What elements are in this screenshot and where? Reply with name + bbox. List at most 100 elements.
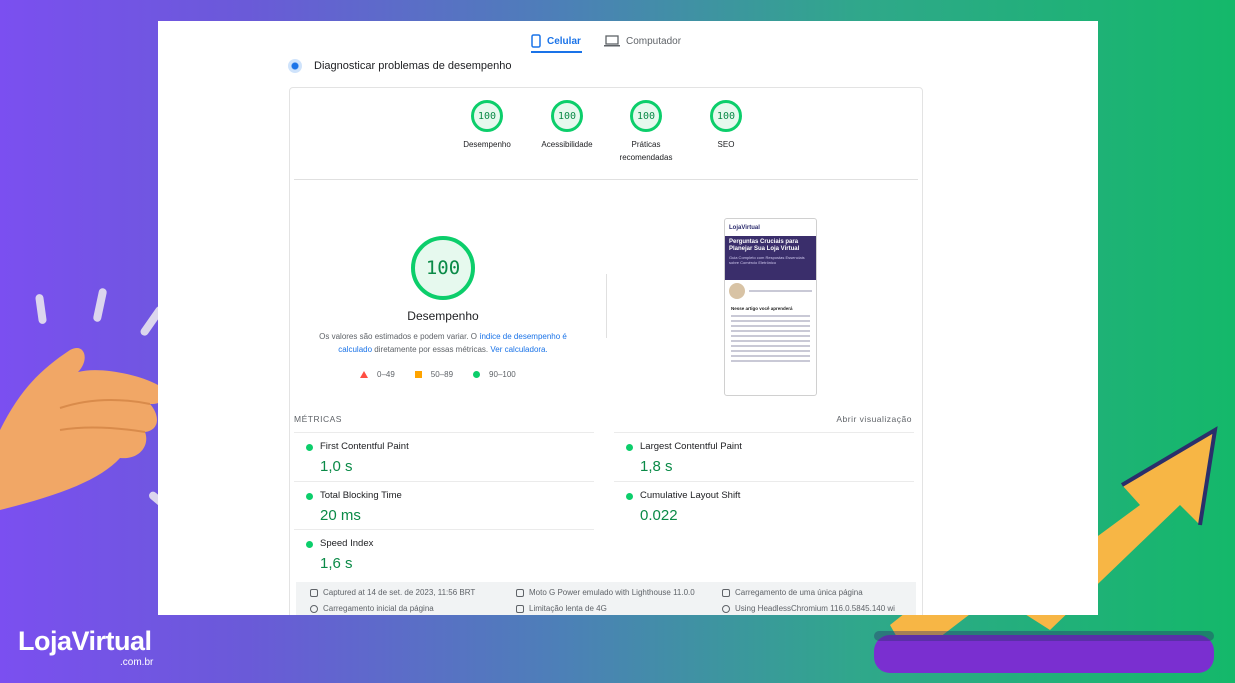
metrics-header: MÉTRICAS Abrir visualização xyxy=(294,414,912,424)
metric-value: 1,8 s xyxy=(640,458,673,475)
calendar-icon xyxy=(310,588,318,597)
preview-hero: Perguntas Cruciais para Planejar Sua Loj… xyxy=(725,236,816,280)
legend-range: 90–100 xyxy=(489,370,516,379)
preview-line xyxy=(731,340,810,342)
score-disclaimer: Os valores são estimados e podem variar.… xyxy=(314,330,572,356)
metric-name: First Contentful Paint xyxy=(320,441,409,452)
preview-section-title: Nesse artigo você aprenderá xyxy=(731,306,793,311)
calculator-link[interactable]: Ver calculadora. xyxy=(490,345,547,354)
footer-text: Captured at 14 de set. de 2023, 11:56 BR… xyxy=(323,588,476,597)
circle-icon xyxy=(473,371,481,378)
footer-item: Limitação lenta de 4G xyxy=(516,604,607,613)
gauge-label: Acessibilidade xyxy=(541,140,593,149)
metric-tbt: Total Blocking Time 20 ms xyxy=(294,481,594,529)
footer-item: Moto G Power emulado with Lighthouse 11.… xyxy=(516,588,695,597)
logo-text: LojaVirtual xyxy=(18,626,152,656)
logo-domain: .com.br xyxy=(120,657,154,668)
preview-line xyxy=(731,360,810,362)
gauge-label: Desempenho xyxy=(463,140,511,149)
preview-line xyxy=(731,325,810,327)
preview-line xyxy=(731,330,810,332)
gauge-best-practices[interactable]: 100 Práticas recomendadas xyxy=(611,100,681,164)
score-gauges: 100 Desempenho 100 Acessibilidade 100 Pr… xyxy=(290,100,922,180)
report-card: 100 Desempenho 100 Acessibilidade 100 Pr… xyxy=(289,87,923,615)
metric-name: Largest Contentful Paint xyxy=(640,441,742,452)
pass-icon xyxy=(626,444,633,451)
main-score-gauge: 100 xyxy=(411,236,475,300)
lighthouse-icon xyxy=(288,59,302,73)
gauge-accessibility[interactable]: 100 Acessibilidade xyxy=(532,100,602,151)
vertical-divider xyxy=(606,274,607,338)
phone-icon xyxy=(531,34,541,48)
preview-brand: LojaVirtual xyxy=(729,224,760,231)
metric-speed-index: Speed Index 1,6 s xyxy=(294,529,594,577)
disclaimer-text: diretamente por essas métricas. xyxy=(374,345,489,354)
gauge-performance[interactable]: 100 Desempenho xyxy=(452,100,522,151)
footer-item: Carregamento de uma única página xyxy=(722,588,863,597)
pass-icon xyxy=(626,493,633,500)
square-icon xyxy=(414,371,422,378)
preview-line xyxy=(731,350,810,352)
pass-icon xyxy=(306,444,313,451)
footer-text: Moto G Power emulado with Lighthouse 11.… xyxy=(529,588,695,597)
diagnose-title: Diagnosticar problemas de desempenho xyxy=(314,60,512,72)
footer-item: Captured at 14 de set. de 2023, 11:56 BR… xyxy=(310,588,475,597)
preview-line xyxy=(731,335,810,337)
legend-pass: 90–100 xyxy=(473,370,516,379)
timer-icon xyxy=(310,604,318,613)
laptop-icon xyxy=(604,35,620,47)
people-icon xyxy=(722,588,730,597)
avatar xyxy=(729,283,745,299)
metrics-title: MÉTRICAS xyxy=(294,414,342,424)
footer-text: Limitação lenta de 4G xyxy=(529,604,607,613)
footer-text: Carregamento de uma única página xyxy=(735,588,863,597)
score-circle: 100 xyxy=(710,100,742,132)
tab-mobile[interactable]: Celular xyxy=(531,29,581,53)
metric-fcp: First Contentful Paint 1,0 s xyxy=(294,432,594,480)
disclaimer-text: Os valores são estimados e podem variar.… xyxy=(319,332,477,341)
preview-header: LojaVirtual xyxy=(725,219,816,236)
legend-average: 50–89 xyxy=(414,370,454,379)
metric-value: 1,0 s xyxy=(320,458,353,475)
page-screenshot-preview: LojaVirtual Perguntas Cruciais para Plan… xyxy=(724,218,817,396)
preview-line xyxy=(731,320,810,322)
score-legend: 0–49 50–89 90–100 xyxy=(360,370,516,379)
pagespeed-report: Celular Computador Diagnosticar problema… xyxy=(158,21,1098,615)
metric-value: 0.022 xyxy=(640,507,678,524)
legend-range: 0–49 xyxy=(377,370,395,379)
active-tab-indicator xyxy=(531,51,582,53)
wifi-icon xyxy=(516,604,524,613)
gauge-label: Práticas recomendadas xyxy=(619,140,673,162)
metric-name: Cumulative Layout Shift xyxy=(640,490,741,501)
preview-title: Perguntas Cruciais para Planejar Sua Loj… xyxy=(729,239,800,252)
gauge-seo[interactable]: 100 SEO xyxy=(691,100,761,151)
legend-fail: 0–49 xyxy=(360,370,395,379)
divider xyxy=(294,179,918,180)
metric-lcp: Largest Contentful Paint 1,8 s xyxy=(614,432,914,480)
preview-author xyxy=(725,280,816,302)
footer-text: Using HeadlessChromium 116.0.5845.140 wi xyxy=(735,604,895,613)
preview-line xyxy=(731,315,810,317)
logo: LojaVirtual .com.br xyxy=(18,626,153,668)
gauge-label: SEO xyxy=(717,140,735,149)
tab-desktop-label: Computador xyxy=(626,35,682,47)
preview-line xyxy=(731,345,810,347)
metric-name: Total Blocking Time xyxy=(320,490,402,501)
diagnose-heading: Diagnosticar problemas de desempenho xyxy=(288,59,512,73)
preview-line xyxy=(731,355,810,357)
score-circle: 100 xyxy=(630,100,662,132)
score-circle: 100 xyxy=(471,100,503,132)
device-tabs: Celular Computador xyxy=(158,21,1098,55)
expand-view-toggle[interactable]: Abrir visualização xyxy=(836,414,912,424)
footer-text: Carregamento inicial da página xyxy=(323,604,434,613)
preview-subtitle: Guia Completo com Respostas Essenciais s… xyxy=(729,255,805,265)
footer-item: Carregamento inicial da página xyxy=(310,604,434,613)
legend-range: 50–89 xyxy=(430,370,454,379)
metric-value: 1,6 s xyxy=(320,555,353,572)
tab-desktop[interactable]: Computador xyxy=(604,29,681,53)
main-score-label: Desempenho xyxy=(407,309,479,323)
pass-icon xyxy=(306,493,313,500)
metric-value: 20 ms xyxy=(320,507,361,524)
triangle-icon xyxy=(360,371,368,378)
chrome-icon xyxy=(722,604,730,613)
